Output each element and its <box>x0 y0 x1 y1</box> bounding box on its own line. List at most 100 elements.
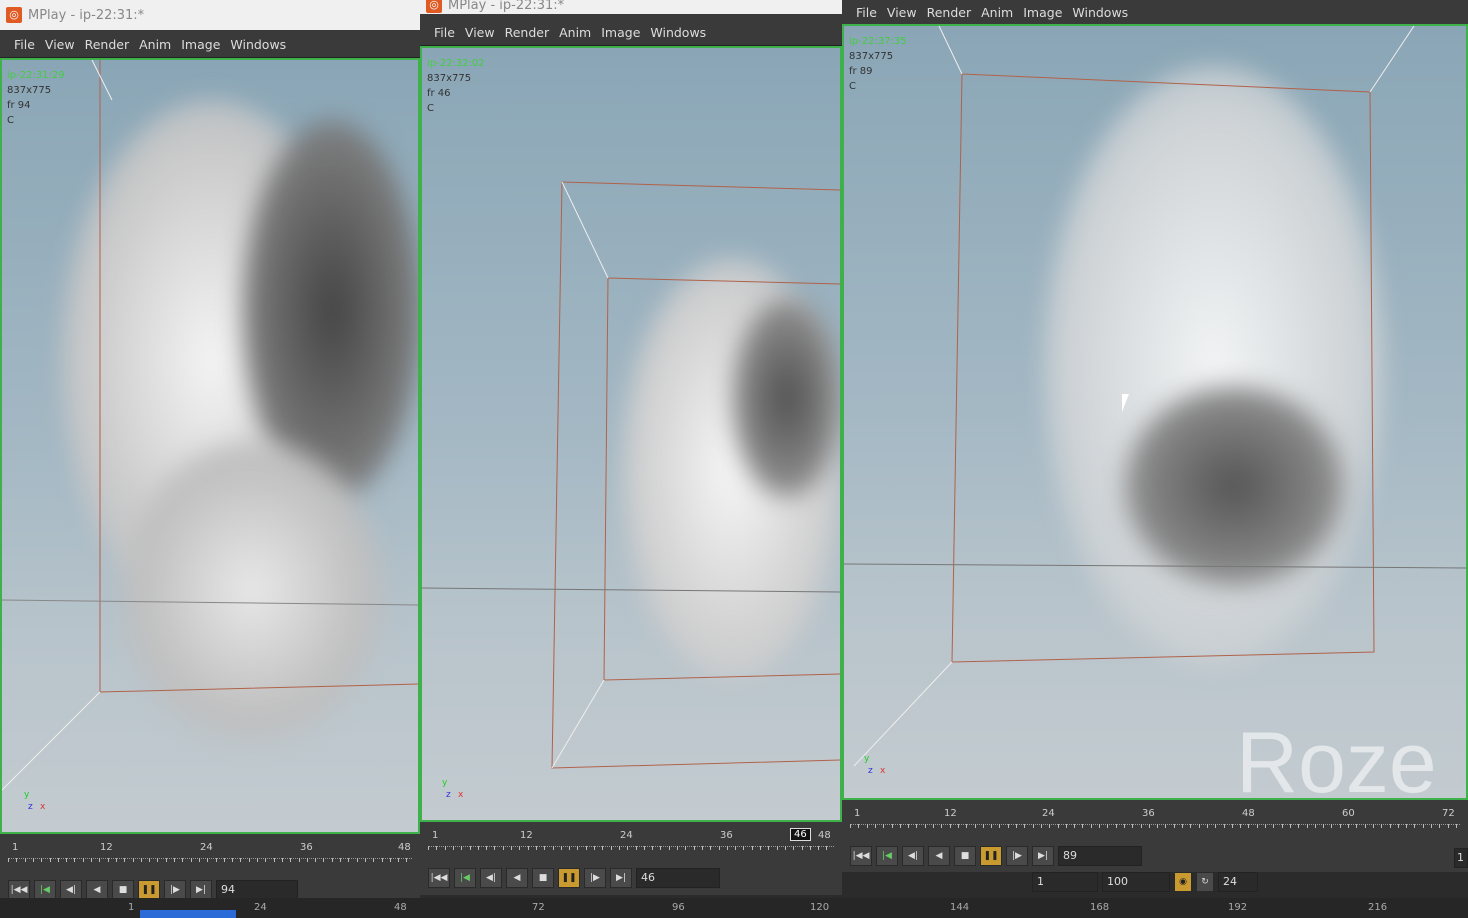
fps-field[interactable]: 24 <box>1218 872 1258 892</box>
frame-field[interactable]: 94 <box>216 880 298 900</box>
step-forward-button[interactable]: |▶ <box>1006 846 1028 866</box>
render-viewport[interactable]: ip-22:32:02 837x775 fr 46 C y x z <box>420 46 842 822</box>
menu-render[interactable]: Render <box>505 25 550 40</box>
ruler-tick <box>718 846 720 850</box>
menu-view[interactable]: View <box>45 37 75 52</box>
ruler-label: 1 <box>12 842 19 853</box>
ruler-tick <box>552 846 554 850</box>
ruler-tick <box>1132 824 1134 828</box>
ruler-label: 36 <box>1142 808 1155 819</box>
ruler-tick <box>502 846 504 850</box>
jump-start-button[interactable]: |◀◀ <box>8 880 30 900</box>
ruler-tick <box>710 846 712 850</box>
ruler-tick <box>306 858 308 862</box>
ruler-tick <box>157 858 159 862</box>
menu-windows[interactable]: Windows <box>230 37 286 52</box>
ruler-tick <box>24 858 26 862</box>
range-end-field[interactable]: 100 <box>1102 872 1170 892</box>
step-back-button[interactable]: ◀| <box>480 868 502 888</box>
menu-anim[interactable]: Anim <box>559 25 591 40</box>
frame-field[interactable]: 89 <box>1058 846 1142 866</box>
houdini-logo-icon: ◎ <box>6 7 22 23</box>
ruler-tick <box>82 858 84 862</box>
global-timeline[interactable]: 1 24 48 72 96 120 144 168 192 216 <box>0 898 1468 918</box>
title-bar[interactable]: ◎ MPlay - ip-22:31:* <box>0 0 420 30</box>
step-start-button[interactable]: |◀ <box>876 846 898 866</box>
ruler-tick <box>1372 824 1374 828</box>
render-viewport[interactable]: ip-22:31:29 837x775 fr 94 C y x z <box>0 58 420 834</box>
current-frame-marker[interactable]: 46 <box>790 828 811 841</box>
ruler-tick <box>899 824 901 828</box>
ruler-tick <box>398 858 400 862</box>
play-reverse-button[interactable]: ◀ <box>86 880 108 900</box>
menu-windows[interactable]: Windows <box>650 25 706 40</box>
ruler-tick <box>1099 824 1100 828</box>
jump-start-button[interactable]: |◀◀ <box>850 846 872 866</box>
ruler-tick <box>1190 824 1192 828</box>
ruler-tick <box>743 846 745 850</box>
menu-image[interactable]: Image <box>1023 5 1062 20</box>
ruler-label: 36 <box>300 842 313 853</box>
timeline-label: 192 <box>1228 902 1248 913</box>
ruler-tick <box>726 846 728 850</box>
stop-button[interactable]: ■ <box>532 868 554 888</box>
jump-start-button[interactable]: |◀◀ <box>428 868 450 888</box>
ruler-tick <box>957 824 959 828</box>
pause-button[interactable]: ❚❚ <box>980 846 1002 866</box>
pause-button[interactable]: ❚❚ <box>558 868 580 888</box>
menu-view[interactable]: View <box>465 25 495 40</box>
menu-file[interactable]: File <box>14 37 35 52</box>
play-reverse-button[interactable]: ◀ <box>928 846 950 866</box>
ruler-tick <box>1090 824 1092 828</box>
menu-image[interactable]: Image <box>601 25 640 40</box>
menu-anim[interactable]: Anim <box>139 37 171 52</box>
menu-anim[interactable]: Anim <box>981 5 1013 20</box>
frame-ruler[interactable]: 1 12 24 36 48 60 72 <box>850 808 1460 830</box>
ruler-tick <box>1406 824 1408 828</box>
step-forward-button[interactable]: |▶ <box>584 868 606 888</box>
menu-view[interactable]: View <box>887 5 917 20</box>
menu-file[interactable]: File <box>434 25 455 40</box>
ruler-tick <box>883 824 885 828</box>
step-forward-button[interactable]: |▶ <box>164 880 186 900</box>
step-back-button[interactable]: ◀| <box>60 880 82 900</box>
step-back-button[interactable]: ◀| <box>902 846 924 866</box>
pause-button[interactable]: ❚❚ <box>138 880 160 900</box>
menu-image[interactable]: Image <box>181 37 220 52</box>
range-start-field[interactable]: 1 <box>1032 872 1098 892</box>
ruler-tick <box>223 858 225 862</box>
step-start-button[interactable]: |◀ <box>34 880 56 900</box>
stop-button[interactable]: ■ <box>954 846 976 866</box>
ruler-tick <box>760 846 761 850</box>
menu-bar: File View Render Anim Image Windows <box>842 0 1468 26</box>
ruler-label: 72 <box>1442 808 1455 819</box>
ruler-tick <box>41 858 43 862</box>
frame-ruler[interactable]: 1 12 24 36 48 46 <box>428 828 834 852</box>
jump-end-button[interactable]: ▶| <box>190 880 212 900</box>
render-viewport[interactable]: Roze ip-22:37:35 837x775 fr 89 C y x z <box>842 24 1468 800</box>
loop-mode-icon[interactable]: ↻ <box>1196 872 1214 892</box>
ruler-tick <box>685 846 687 850</box>
menu-render[interactable]: Render <box>927 5 972 20</box>
frame-ruler[interactable]: 1 12 24 36 48 <box>8 842 412 864</box>
play-reverse-button[interactable]: ◀ <box>506 868 528 888</box>
timeline-range-bar[interactable] <box>140 910 236 918</box>
title-bar[interactable]: ◎ MPlay - ip-22:31:* <box>420 0 842 14</box>
ruler-tick <box>569 846 571 850</box>
ruler-tick <box>1065 824 1067 828</box>
frame-field[interactable]: 46 <box>636 868 720 888</box>
menu-windows[interactable]: Windows <box>1072 5 1128 20</box>
ruler-tick <box>406 858 408 862</box>
menu-render[interactable]: Render <box>85 37 130 52</box>
jump-end-button[interactable]: ▶| <box>610 868 632 888</box>
ruler-tick <box>693 846 695 850</box>
ruler-label: 24 <box>1042 808 1055 819</box>
realtime-toggle-icon[interactable]: ◉ <box>1174 872 1192 892</box>
menu-bar: File View Render Anim Image Windows <box>420 20 842 46</box>
edge-field[interactable]: 1 <box>1454 848 1468 868</box>
stop-button[interactable]: ■ <box>112 880 134 900</box>
menu-file[interactable]: File <box>856 5 877 20</box>
jump-end-button[interactable]: ▶| <box>1032 846 1054 866</box>
ruler-tick <box>99 858 101 862</box>
step-start-button[interactable]: |◀ <box>454 868 476 888</box>
